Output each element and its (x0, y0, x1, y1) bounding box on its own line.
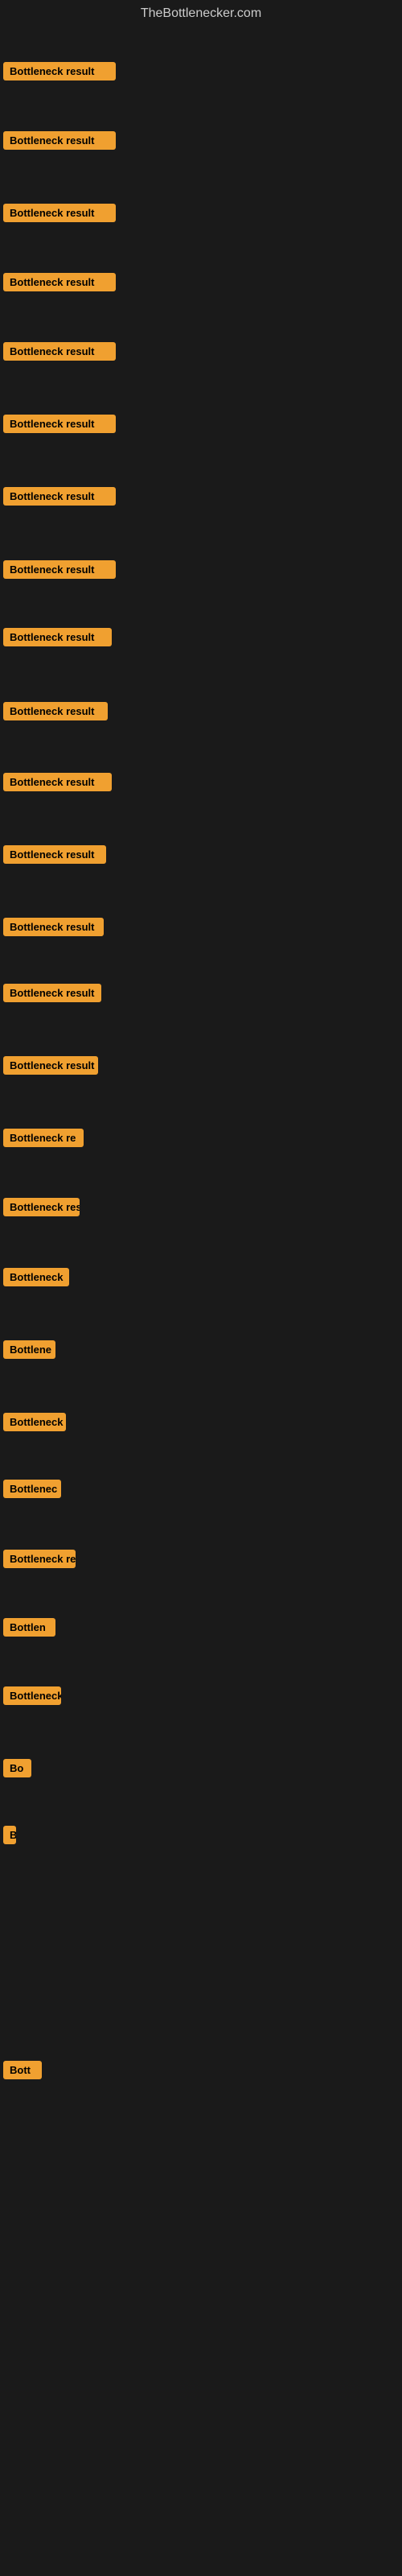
bottleneck-badge: Bottleneck (3, 1268, 69, 1286)
bottleneck-badge: Bottleneck result (3, 845, 106, 864)
bottleneck-item: Bottleneck result (3, 623, 112, 655)
bottleneck-item: Bottleneck result (3, 979, 101, 1011)
bottleneck-item: Bottleneck result (3, 337, 116, 369)
bottleneck-item: Bottleneck result (3, 1051, 98, 1084)
bottleneck-item: Bottleneck re (3, 1124, 84, 1156)
bottleneck-item: Bo (3, 1754, 31, 1786)
bottleneck-badge: Bottleneck result (3, 273, 116, 291)
bottleneck-item: Bottleneck result (3, 482, 116, 514)
bottleneck-badge: Bottleneck result (3, 628, 112, 646)
bottleneck-item: Bottleneck r (3, 1408, 66, 1440)
bottleneck-badge: Bottleneck result (3, 62, 116, 80)
bottleneck-item: Bottleneck result (3, 913, 104, 945)
bottleneck-badge: Bottleneck result (3, 204, 116, 222)
bottleneck-badge: Bottleneck r (3, 1413, 66, 1431)
bottleneck-badge: Bottlenec (3, 1480, 61, 1498)
bottleneck-item: Bottleneck result (3, 268, 116, 300)
bottleneck-badge: Bottleneck (3, 1686, 61, 1705)
bottleneck-badge: Bottleneck re (3, 1550, 76, 1568)
bottleneck-badge: Bott (3, 2061, 42, 2079)
bottleneck-badge: Bottleneck resu (3, 1198, 80, 1216)
site-title: TheBottlenecker.com (0, 0, 402, 27)
bottleneck-item: Bottleneck result (3, 840, 106, 873)
bottleneck-item: Bottlen (3, 1613, 55, 1645)
bottleneck-item: Bottleneck result (3, 768, 112, 800)
bottleneck-item: Bottleneck (3, 1682, 61, 1714)
bottleneck-item: Bottleneck result (3, 199, 116, 231)
bottleneck-item: B (3, 1821, 16, 1853)
bottleneck-item: Bottlene (3, 1335, 55, 1368)
bottleneck-item: Bottleneck (3, 1263, 69, 1295)
bottleneck-item: Bott (3, 2056, 42, 2088)
bottleneck-item: Bottleneck result (3, 555, 116, 588)
bottleneck-badge: Bottleneck result (3, 131, 116, 150)
bottleneck-item: Bottleneck re (3, 1545, 76, 1577)
bottleneck-badge: Bottleneck result (3, 918, 104, 936)
bottleneck-badge: Bottleneck result (3, 702, 108, 720)
bottleneck-item: Bottleneck resu (3, 1193, 80, 1225)
bottleneck-badge: B (3, 1826, 16, 1844)
bottleneck-badge: Bottleneck result (3, 342, 116, 361)
bottleneck-badge: Bottleneck result (3, 773, 112, 791)
bottleneck-item: Bottleneck result (3, 57, 116, 89)
bottleneck-item: Bottleneck result (3, 697, 108, 729)
bottleneck-item: Bottleneck result (3, 126, 116, 159)
bottleneck-badge: Bo (3, 1759, 31, 1777)
bottleneck-badge: Bottleneck result (3, 984, 101, 1002)
bottleneck-badge: Bottlen (3, 1618, 55, 1637)
bottleneck-badge: Bottleneck re (3, 1129, 84, 1147)
bottleneck-item: Bottleneck result (3, 410, 116, 442)
items-container: Bottleneck result Bottleneck result Bottle… (0, 27, 402, 2571)
bottleneck-badge: Bottleneck result (3, 560, 116, 579)
bottleneck-badge: Bottleneck result (3, 415, 116, 433)
bottleneck-badge: Bottleneck result (3, 487, 116, 506)
bottleneck-item: Bottlenec (3, 1475, 61, 1507)
bottleneck-badge: Bottlene (3, 1340, 55, 1359)
bottleneck-badge: Bottleneck result (3, 1056, 98, 1075)
